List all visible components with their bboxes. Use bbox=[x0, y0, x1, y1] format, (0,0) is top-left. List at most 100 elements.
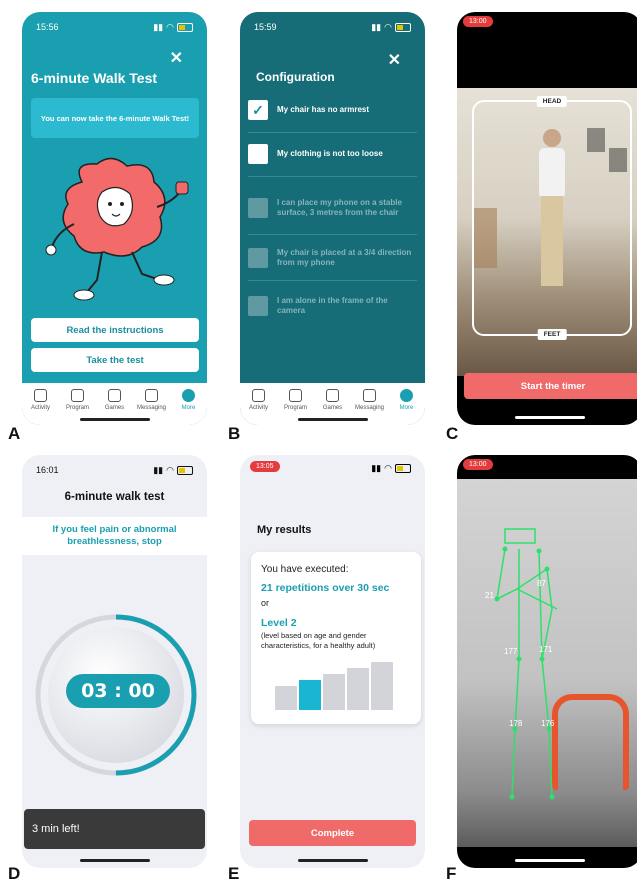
battery-icon bbox=[177, 465, 193, 475]
close-icon[interactable]: ✕ bbox=[388, 50, 401, 70]
tab-bar: Activity Program Games Messaging More bbox=[22, 383, 207, 425]
info-banner: You can now take the 6-minute Walk Test! bbox=[31, 98, 199, 138]
page-title: Configuration bbox=[256, 70, 335, 84]
tab-more[interactable]: More bbox=[390, 389, 424, 425]
panel-d-timer: 16:01 ▮▮ ◠ 6-minute walk test If you feel… bbox=[22, 455, 207, 868]
recording-time-badge: 13:00 bbox=[463, 16, 493, 27]
figure-label-d: D bbox=[8, 864, 21, 883]
level-bars bbox=[275, 660, 397, 710]
start-timer-button[interactable]: Start the timer bbox=[464, 373, 637, 399]
games-icon bbox=[326, 389, 339, 402]
recording-time-badge: 13:00 bbox=[463, 459, 493, 470]
checkbox-unchecked[interactable] bbox=[248, 144, 268, 164]
pose-skeleton bbox=[494, 528, 558, 800]
angle-label: 176 bbox=[541, 719, 555, 728]
home-indicator bbox=[297, 418, 368, 421]
status-bar: 16:01 ▮▮ ◠ bbox=[36, 463, 193, 477]
timer-display: 03 : 00 bbox=[66, 674, 170, 708]
head-marker: HEAD bbox=[536, 96, 568, 107]
home-indicator bbox=[514, 416, 585, 419]
level-bar-2 bbox=[299, 680, 321, 710]
level-bar-3 bbox=[323, 674, 345, 710]
angle-label: 87 bbox=[537, 579, 546, 588]
checkbox-disabled[interactable] bbox=[248, 198, 268, 218]
games-icon bbox=[108, 389, 121, 402]
figure-label-f: F bbox=[446, 864, 457, 883]
status-bar: 15:59 ▮▮ ◠ bbox=[254, 20, 411, 34]
wifi-icon: ◠ bbox=[166, 21, 174, 32]
complete-button[interactable]: Complete bbox=[249, 820, 416, 846]
status-time: 15:59 bbox=[254, 22, 277, 32]
config-item-clothing[interactable]: My clothing is not too loose bbox=[248, 132, 417, 177]
activity-icon bbox=[34, 389, 47, 402]
mascot-illustration bbox=[45, 157, 189, 301]
level-bar-4 bbox=[347, 668, 369, 710]
panel-f-pose-tracking: 13:00 21 87 177 171 178 176 bbox=[457, 455, 637, 868]
checkbox-disabled[interactable] bbox=[248, 248, 268, 268]
signal-icon: ▮▮ bbox=[371, 463, 382, 473]
recording-time-badge: 13:05 bbox=[250, 461, 280, 472]
home-indicator bbox=[79, 418, 150, 421]
results-card: You have executed: 21 repetitions over 3… bbox=[251, 552, 421, 724]
tab-activity[interactable]: Activity bbox=[242, 389, 276, 425]
angle-label: 177 bbox=[504, 647, 518, 656]
signal-icon: ▮▮ bbox=[153, 21, 164, 32]
status-icons: ▮▮ ◠ bbox=[371, 463, 411, 474]
status-time: 16:01 bbox=[36, 465, 59, 475]
panel-c-camera-framing: 13:00 HEAD FEET Start the timer bbox=[457, 12, 637, 425]
figure-label-c: C bbox=[446, 424, 459, 443]
page-title: 6-minute Walk Test bbox=[31, 70, 158, 86]
wifi-icon: ◠ bbox=[384, 463, 392, 473]
or-label: or bbox=[261, 598, 270, 608]
status-icons: ▮▮ ◠ bbox=[371, 22, 411, 33]
chat-icon bbox=[363, 389, 376, 402]
signal-icon: ▮▮ bbox=[371, 21, 382, 32]
battery-icon bbox=[177, 22, 193, 32]
more-icon bbox=[400, 389, 413, 402]
home-indicator bbox=[297, 859, 368, 862]
page-title: My results bbox=[257, 524, 312, 536]
framing-box: HEAD FEET bbox=[472, 96, 632, 340]
read-instructions-button[interactable]: Read the instructions bbox=[31, 318, 199, 342]
panel-b-configuration: 15:59 ▮▮ ◠ ✕ Configuration ✓ My chair has… bbox=[240, 12, 425, 425]
level-bar-1 bbox=[275, 686, 297, 710]
level-value: Level 2 bbox=[261, 617, 297, 629]
warning-banner: If you feel pain or abnormal breathlessn… bbox=[22, 517, 207, 555]
chat-icon bbox=[145, 389, 158, 402]
figure-label-b: B bbox=[228, 424, 241, 443]
level-note: (level based on age and gender character… bbox=[261, 631, 376, 650]
wifi-icon: ◠ bbox=[166, 464, 174, 475]
checkbox-disabled[interactable] bbox=[248, 296, 268, 316]
feet-marker: FEET bbox=[537, 329, 567, 340]
config-item-direction[interactable]: My chair is placed at a 3/4 direction fr… bbox=[248, 236, 417, 281]
tab-activity[interactable]: Activity bbox=[24, 389, 58, 425]
close-icon[interactable]: ✕ bbox=[170, 48, 183, 68]
status-time: 15:56 bbox=[36, 22, 59, 32]
config-item-alone[interactable]: I am alone in the frame of the camera bbox=[248, 284, 417, 328]
home-indicator bbox=[514, 859, 585, 862]
calendar-icon bbox=[289, 389, 302, 402]
battery-icon bbox=[395, 464, 411, 473]
wifi-icon: ◠ bbox=[384, 21, 392, 32]
battery-icon bbox=[395, 22, 411, 32]
level-bar-5 bbox=[371, 662, 393, 710]
page-title: 6-minute walk test bbox=[64, 491, 165, 503]
config-item-armrest[interactable]: ✓ My chair has no armrest bbox=[248, 88, 417, 133]
checkbox-checked[interactable]: ✓ bbox=[248, 100, 268, 120]
take-test-button[interactable]: Take the test bbox=[31, 348, 199, 372]
angle-label: 21 bbox=[485, 591, 494, 600]
angle-label: 171 bbox=[539, 645, 553, 654]
figure-label-e: E bbox=[228, 864, 240, 883]
home-indicator bbox=[79, 859, 150, 862]
figure-label-a: A bbox=[8, 424, 21, 443]
activity-icon bbox=[252, 389, 265, 402]
status-icons: ▮▮ ◠ bbox=[153, 465, 193, 476]
time-left-toast: 3 min left! bbox=[24, 809, 205, 849]
config-item-phone[interactable]: I can place my phone on a stable surface… bbox=[248, 182, 417, 235]
status-icons: ▮▮ ◠ bbox=[153, 22, 193, 33]
panel-e-results: 13:05 ▮▮ ◠ My results You have executed: … bbox=[240, 455, 425, 868]
angle-label: 178 bbox=[509, 719, 523, 728]
status-bar: 15:56 ▮▮ ◠ bbox=[36, 20, 193, 34]
repetitions-value: 21 repetitions over 30 sec bbox=[261, 582, 390, 594]
tab-more[interactable]: More bbox=[172, 389, 206, 425]
